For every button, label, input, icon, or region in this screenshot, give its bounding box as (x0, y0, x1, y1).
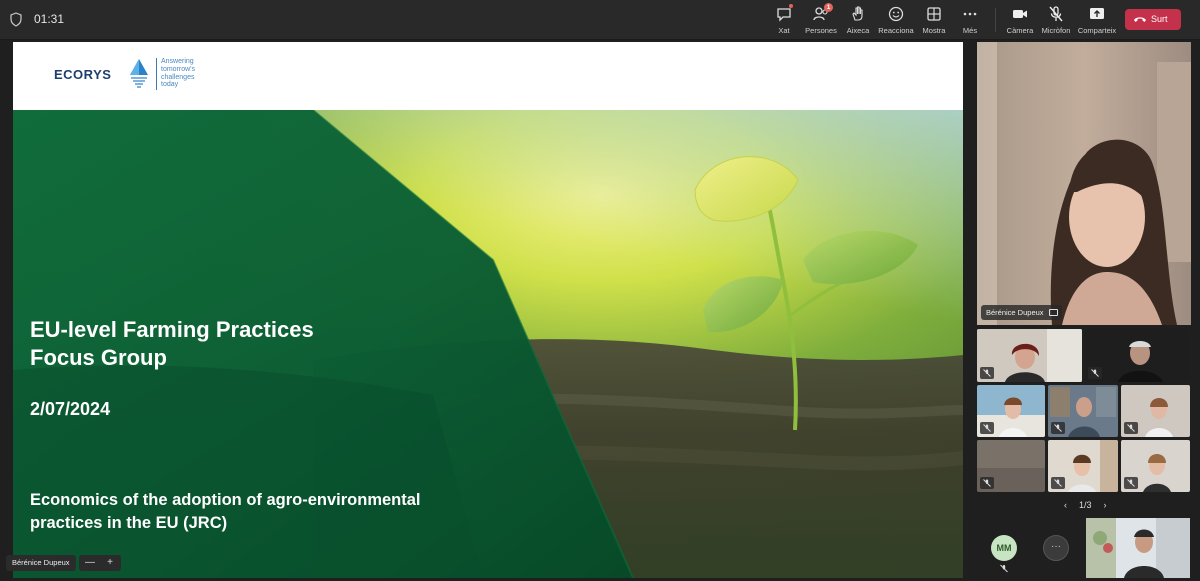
speaker-video[interactable] (977, 42, 1191, 325)
mic-off-icon (980, 367, 994, 379)
chat-icon (775, 4, 793, 23)
share-button[interactable]: Comparteix (1074, 5, 1120, 37)
zoom-in-button[interactable]: + (101, 555, 119, 570)
meeting-toolbar: 01:31 Xat 1 Persones Aixeca Reacciona Mo… (0, 0, 1200, 40)
meeting-timer: 01:31 (34, 12, 65, 26)
participant-avatar[interactable]: MM (991, 535, 1017, 561)
participant-tile[interactable] (1048, 440, 1118, 492)
participant-tile[interactable] (1085, 329, 1190, 382)
participant-tile[interactable] (977, 440, 1045, 492)
participant-tile[interactable] (977, 385, 1045, 437)
mic-off-icon (1088, 367, 1102, 379)
mic-off-icon (1051, 422, 1065, 434)
raise-hand-icon (849, 5, 867, 23)
logo-tagline: Answering tomorrow's challenges today (161, 58, 196, 89)
speaker-name-chip: Bérénice Dupeux (981, 305, 1062, 320)
camera-icon (1011, 5, 1029, 23)
shield-icon (10, 12, 22, 27)
toolbar-divider (995, 8, 996, 32)
participant-tile[interactable] (1048, 385, 1118, 437)
mic-off-icon (1000, 564, 1008, 573)
microphone-button[interactable]: Micròfon (1033, 5, 1079, 37)
logo-divider (156, 58, 157, 90)
mic-off-icon (980, 477, 994, 489)
zoom-controls: — + (79, 555, 121, 571)
shared-slide: ECORYS Answering tomorrow's challenges t… (13, 42, 963, 578)
ecorys-triangle-icon (130, 59, 148, 88)
participant-tile[interactable] (1121, 440, 1190, 492)
slide-title: EU-level Farming Practices Focus Group (30, 317, 314, 370)
zoom-out-button[interactable]: — (81, 555, 99, 570)
mic-off-icon (1051, 477, 1065, 489)
mic-off-icon (1124, 422, 1138, 434)
mic-off-icon (1047, 5, 1065, 23)
slide-header: ECORYS Answering tomorrow's challenges t… (13, 42, 963, 110)
participant-tile[interactable] (977, 329, 1082, 382)
more-button[interactable]: Més (947, 5, 993, 37)
slide-subtitle: Economics of the adoption of agro-enviro… (30, 491, 421, 532)
hang-up-icon (1134, 17, 1146, 22)
mic-off-icon (1124, 477, 1138, 489)
slide-date: 2/07/2024 (30, 399, 111, 419)
pager-label: 1/3 (1079, 500, 1092, 510)
pager-next-button[interactable]: › (1104, 500, 1107, 510)
pager-prev-button[interactable]: ‹ (1064, 500, 1067, 510)
speaker-video-image (977, 42, 1191, 325)
ecorys-logo: ECORYS (54, 67, 112, 82)
presenter-name-tag: Bérénice Dupeux (6, 555, 76, 571)
people-count-badge: 1 (824, 3, 833, 12)
sharing-icon (1048, 309, 1058, 316)
people-icon: 1 (812, 3, 833, 23)
more-icon (961, 5, 979, 23)
leave-button[interactable]: Surt (1125, 9, 1181, 30)
participant-pager: ‹ 1/3 › (1058, 500, 1113, 510)
grid-icon (925, 5, 943, 23)
share-icon (1088, 5, 1106, 23)
mic-off-icon (980, 422, 994, 434)
self-view-video[interactable] (1086, 518, 1190, 578)
more-participants-button[interactable]: ··· (1043, 535, 1069, 561)
participant-tile[interactable] (1121, 385, 1190, 437)
smile-icon (887, 5, 905, 23)
